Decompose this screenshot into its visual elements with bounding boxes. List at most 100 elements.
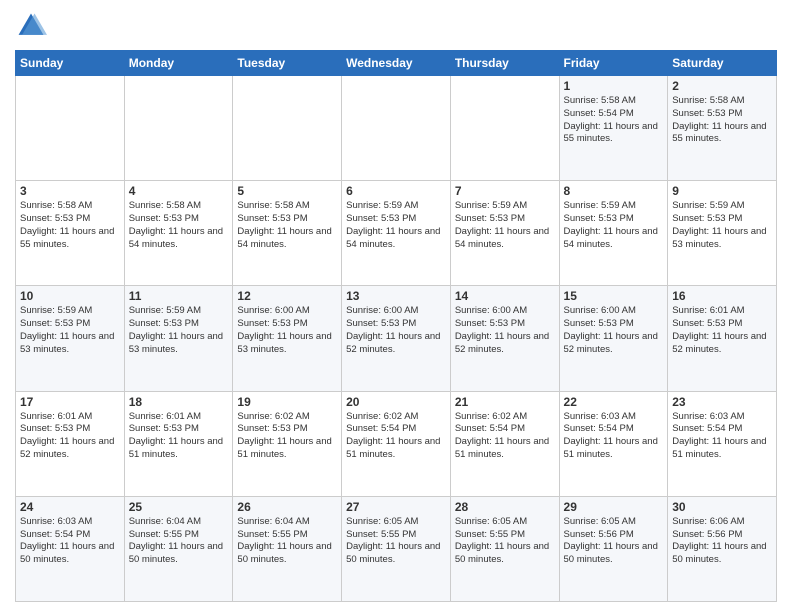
day-number: 24	[20, 500, 120, 514]
cell-info: Sunrise: 5:58 AM Sunset: 5:53 PM Dayligh…	[20, 200, 120, 251]
calendar-cell: 22 Sunrise: 6:03 AM Sunset: 5:54 PM Dayli…	[559, 391, 668, 496]
cell-info: Sunrise: 6:04 AM Sunset: 5:55 PM Dayligh…	[237, 516, 337, 567]
cell-info: Sunrise: 5:59 AM Sunset: 5:53 PM Dayligh…	[129, 305, 229, 356]
day-number: 7	[455, 184, 555, 198]
cell-info: Sunrise: 5:59 AM Sunset: 5:53 PM Dayligh…	[564, 200, 664, 251]
cell-info: Sunrise: 6:04 AM Sunset: 5:55 PM Dayligh…	[129, 516, 229, 567]
weekday-header-monday: Monday	[124, 51, 233, 76]
cell-info: Sunrise: 6:02 AM Sunset: 5:53 PM Dayligh…	[237, 411, 337, 462]
day-number: 5	[237, 184, 337, 198]
calendar-cell: 29 Sunrise: 6:05 AM Sunset: 5:56 PM Dayli…	[559, 496, 668, 601]
day-number: 8	[564, 184, 664, 198]
calendar-cell: 15 Sunrise: 6:00 AM Sunset: 5:53 PM Dayli…	[559, 286, 668, 391]
logo	[15, 10, 51, 42]
header	[15, 10, 777, 42]
cell-info: Sunrise: 5:58 AM Sunset: 5:53 PM Dayligh…	[237, 200, 337, 251]
day-number: 2	[672, 79, 772, 93]
calendar-cell: 16 Sunrise: 6:01 AM Sunset: 5:53 PM Dayli…	[668, 286, 777, 391]
day-number: 9	[672, 184, 772, 198]
day-number: 1	[564, 79, 664, 93]
day-number: 30	[672, 500, 772, 514]
calendar-cell: 21Sunrise: 6:02 AM Sunset: 5:54 PM Dayli…	[450, 391, 559, 496]
calendar-cell: 27 Sunrise: 6:05 AM Sunset: 5:55 PM Dayli…	[342, 496, 451, 601]
calendar-cell: 6 Sunrise: 5:59 AM Sunset: 5:53 PM Daylig…	[342, 181, 451, 286]
calendar-cell: 10Sunrise: 5:59 AM Sunset: 5:53 PM Dayli…	[16, 286, 125, 391]
day-number: 17	[20, 395, 120, 409]
calendar-week-1: 3 Sunrise: 5:58 AM Sunset: 5:53 PM Daylig…	[16, 181, 777, 286]
cell-info: Sunrise: 6:01 AM Sunset: 5:53 PM Dayligh…	[672, 305, 772, 356]
logo-icon	[15, 10, 47, 42]
calendar-cell: 18 Sunrise: 6:01 AM Sunset: 5:53 PM Dayli…	[124, 391, 233, 496]
calendar-cell	[16, 76, 125, 181]
calendar-header: SundayMondayTuesdayWednesdayThursdayFrid…	[16, 51, 777, 76]
day-number: 3	[20, 184, 120, 198]
cell-info: Sunrise: 6:00 AM Sunset: 5:53 PM Dayligh…	[564, 305, 664, 356]
calendar-cell	[124, 76, 233, 181]
cell-info: Sunrise: 6:05 AM Sunset: 5:55 PM Dayligh…	[346, 516, 446, 567]
calendar-week-4: 24 Sunrise: 6:03 AM Sunset: 5:54 PM Dayli…	[16, 496, 777, 601]
day-number: 22	[564, 395, 664, 409]
cell-info: Sunrise: 5:59 AM Sunset: 5:53 PM Dayligh…	[672, 200, 772, 251]
weekday-header-sunday: Sunday	[16, 51, 125, 76]
calendar-cell: 25Sunrise: 6:04 AM Sunset: 5:55 PM Dayli…	[124, 496, 233, 601]
weekday-header-friday: Friday	[559, 51, 668, 76]
calendar-cell	[450, 76, 559, 181]
page: SundayMondayTuesdayWednesdayThursdayFrid…	[0, 0, 792, 612]
cell-info: Sunrise: 6:03 AM Sunset: 5:54 PM Dayligh…	[564, 411, 664, 462]
calendar-week-3: 17 Sunrise: 6:01 AM Sunset: 5:53 PM Dayli…	[16, 391, 777, 496]
calendar-cell: 9 Sunrise: 5:59 AM Sunset: 5:53 PM Daylig…	[668, 181, 777, 286]
weekday-header-thursday: Thursday	[450, 51, 559, 76]
day-number: 28	[455, 500, 555, 514]
cell-info: Sunrise: 6:03 AM Sunset: 5:54 PM Dayligh…	[672, 411, 772, 462]
cell-info: Sunrise: 6:05 AM Sunset: 5:55 PM Dayligh…	[455, 516, 555, 567]
cell-info: Sunrise: 6:01 AM Sunset: 5:53 PM Dayligh…	[129, 411, 229, 462]
weekday-header-tuesday: Tuesday	[233, 51, 342, 76]
day-number: 20	[346, 395, 446, 409]
calendar-cell: 5 Sunrise: 5:58 AM Sunset: 5:53 PM Daylig…	[233, 181, 342, 286]
calendar-cell: 23 Sunrise: 6:03 AM Sunset: 5:54 PM Dayli…	[668, 391, 777, 496]
day-number: 16	[672, 289, 772, 303]
calendar-cell: 1 Sunrise: 5:58 AM Sunset: 5:54 PM Daylig…	[559, 76, 668, 181]
calendar-cell: 30 Sunrise: 6:06 AM Sunset: 5:56 PM Dayli…	[668, 496, 777, 601]
calendar-cell: 8 Sunrise: 5:59 AM Sunset: 5:53 PM Daylig…	[559, 181, 668, 286]
day-number: 15	[564, 289, 664, 303]
day-number: 14	[455, 289, 555, 303]
calendar-cell: 13 Sunrise: 6:00 AM Sunset: 5:53 PM Dayli…	[342, 286, 451, 391]
calendar-cell: 19 Sunrise: 6:02 AM Sunset: 5:53 PM Dayli…	[233, 391, 342, 496]
cell-info: Sunrise: 5:58 AM Sunset: 5:54 PM Dayligh…	[564, 95, 664, 146]
calendar-cell: 14Sunrise: 6:00 AM Sunset: 5:53 PM Dayli…	[450, 286, 559, 391]
calendar-cell	[342, 76, 451, 181]
calendar-cell: 3 Sunrise: 5:58 AM Sunset: 5:53 PM Daylig…	[16, 181, 125, 286]
calendar-cell: 11Sunrise: 5:59 AM Sunset: 5:53 PM Dayli…	[124, 286, 233, 391]
day-number: 4	[129, 184, 229, 198]
calendar-cell: 20Sunrise: 6:02 AM Sunset: 5:54 PM Dayli…	[342, 391, 451, 496]
calendar-cell: 4Sunrise: 5:58 AM Sunset: 5:53 PM Daylig…	[124, 181, 233, 286]
day-number: 19	[237, 395, 337, 409]
day-number: 6	[346, 184, 446, 198]
day-number: 26	[237, 500, 337, 514]
day-number: 12	[237, 289, 337, 303]
cell-info: Sunrise: 6:03 AM Sunset: 5:54 PM Dayligh…	[20, 516, 120, 567]
cell-info: Sunrise: 6:05 AM Sunset: 5:56 PM Dayligh…	[564, 516, 664, 567]
cell-info: Sunrise: 5:59 AM Sunset: 5:53 PM Dayligh…	[346, 200, 446, 251]
calendar-week-2: 10Sunrise: 5:59 AM Sunset: 5:53 PM Dayli…	[16, 286, 777, 391]
cell-info: Sunrise: 6:06 AM Sunset: 5:56 PM Dayligh…	[672, 516, 772, 567]
day-number: 21	[455, 395, 555, 409]
day-number: 18	[129, 395, 229, 409]
calendar-cell: 17Sunrise: 6:01 AM Sunset: 5:53 PM Dayli…	[16, 391, 125, 496]
calendar-cell: 2 Sunrise: 5:58 AM Sunset: 5:53 PM Daylig…	[668, 76, 777, 181]
calendar-cell: 12Sunrise: 6:00 AM Sunset: 5:53 PM Dayli…	[233, 286, 342, 391]
cell-info: Sunrise: 5:59 AM Sunset: 5:53 PM Dayligh…	[455, 200, 555, 251]
calendar: SundayMondayTuesdayWednesdayThursdayFrid…	[15, 50, 777, 602]
cell-info: Sunrise: 6:00 AM Sunset: 5:53 PM Dayligh…	[346, 305, 446, 356]
day-number: 13	[346, 289, 446, 303]
day-number: 23	[672, 395, 772, 409]
weekday-header-saturday: Saturday	[668, 51, 777, 76]
day-number: 27	[346, 500, 446, 514]
cell-info: Sunrise: 5:58 AM Sunset: 5:53 PM Dayligh…	[672, 95, 772, 146]
day-number: 29	[564, 500, 664, 514]
calendar-week-0: 1 Sunrise: 5:58 AM Sunset: 5:54 PM Daylig…	[16, 76, 777, 181]
weekday-header-wednesday: Wednesday	[342, 51, 451, 76]
calendar-cell: 26 Sunrise: 6:04 AM Sunset: 5:55 PM Dayli…	[233, 496, 342, 601]
calendar-body: 1 Sunrise: 5:58 AM Sunset: 5:54 PM Daylig…	[16, 76, 777, 602]
